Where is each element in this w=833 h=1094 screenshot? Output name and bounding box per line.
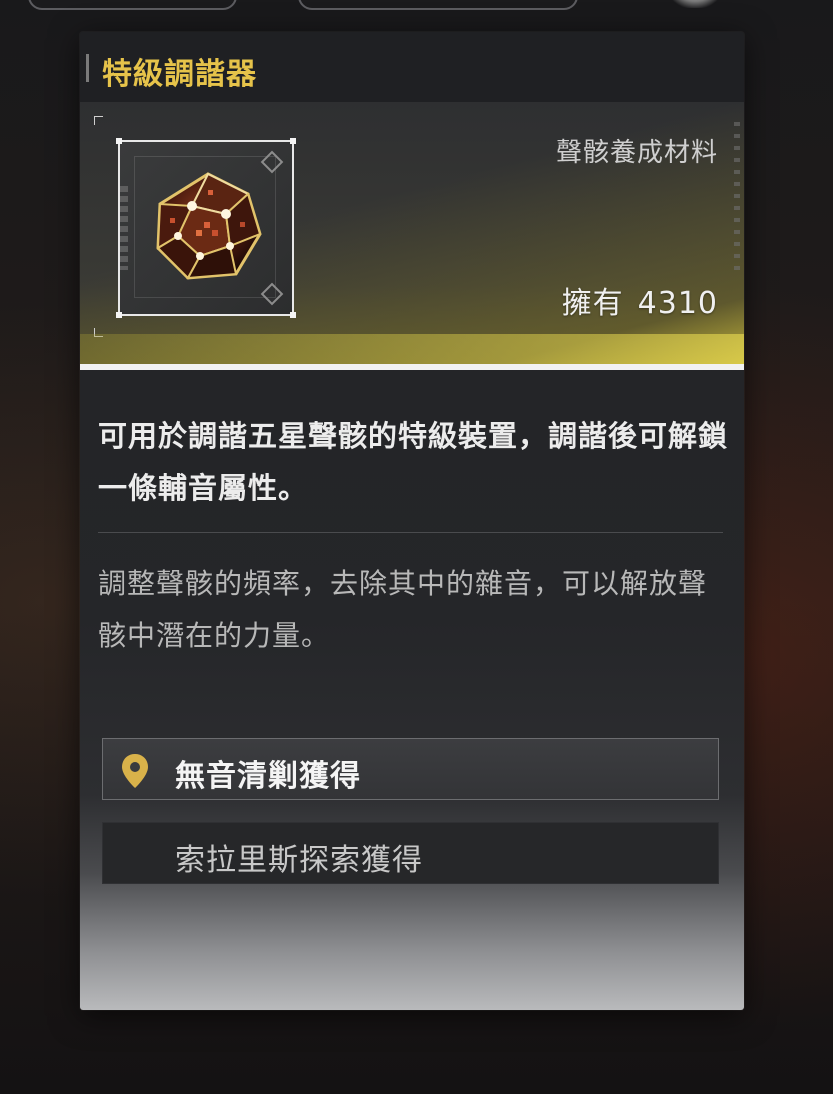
top-tab-left[interactable]	[28, 0, 237, 10]
item-icon-frame	[116, 138, 296, 318]
decorative-marks	[734, 122, 740, 272]
frame-corner	[290, 138, 296, 144]
source-label: 索拉里斯探索獲得	[175, 843, 423, 878]
item-detail-panel: 特級調諧器 聲骸養成材料 擁有 4310 可用於調諧五星聲骸的特級裝置，調諧後可…	[80, 32, 744, 1010]
source-label: 無音清剿獲得	[175, 759, 361, 794]
owned-count: 4310	[637, 286, 718, 321]
frame-corner	[290, 312, 296, 318]
source-solaris-exploration[interactable]: 索拉里斯探索獲得	[102, 822, 719, 884]
frame-decor-text	[120, 186, 128, 270]
item-title: 特級調諧器	[102, 57, 257, 92]
corner-tick	[94, 328, 103, 337]
item-category: 聲骸養成材料	[555, 138, 718, 168]
item-lore: 調整聲骸的頻率，去除其中的雜音，可以解放聲骸中潛在的力量。	[98, 567, 708, 652]
frame-corner	[116, 138, 122, 144]
owned-count-row: 擁有 4310	[562, 278, 718, 322]
star-icon	[668, 0, 722, 8]
section-divider	[98, 532, 723, 533]
frame-corner	[116, 312, 122, 318]
hero-divider	[80, 364, 744, 370]
owned-label: 擁有	[561, 286, 624, 321]
item-description: 可用於調諧五星聲骸的特級裝置，調諧後可解鎖一條輔音屬性。	[98, 419, 729, 505]
source-silent-cleanup[interactable]: 無音清剿獲得	[102, 738, 719, 800]
corner-tick	[94, 116, 103, 125]
title-bar: 特級調諧器	[80, 32, 744, 102]
map-pin-icon	[122, 754, 148, 788]
tuner-dodecahedron-icon	[156, 172, 262, 280]
top-tab-center[interactable]	[298, 0, 578, 10]
item-hero: 聲骸養成材料 擁有 4310	[80, 102, 744, 364]
title-accent	[86, 54, 89, 82]
